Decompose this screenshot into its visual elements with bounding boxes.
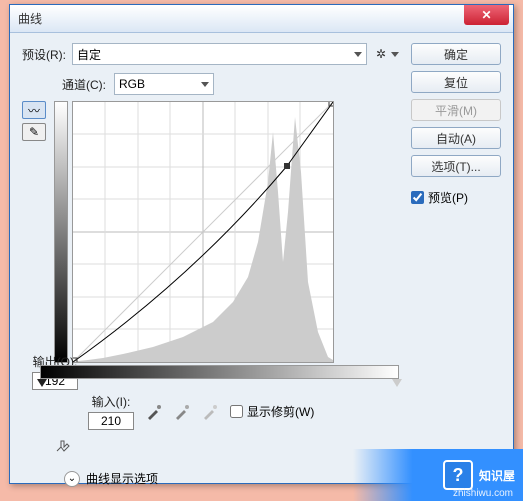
black-point-slider[interactable] (37, 379, 47, 387)
preset-value: 自定 (77, 46, 101, 63)
chevron-down-icon (391, 52, 399, 57)
output-gradient (54, 101, 68, 363)
ok-button[interactable]: 确定 (411, 43, 501, 65)
input-label: 输入(I): (92, 393, 131, 410)
watermark: ? 知识屋 zhishiwu.com (353, 449, 523, 501)
reset-button[interactable]: 复位 (411, 71, 501, 93)
show-clip-label: 显示修剪(W) (247, 403, 314, 420)
preset-menu-button[interactable]: ✲ (373, 46, 399, 62)
input-field[interactable] (88, 412, 134, 430)
auto-button[interactable]: 自动(A) (411, 127, 501, 149)
chevron-down-icon (201, 82, 209, 87)
curves-dialog: 曲线 ✕ 预设(R): 自定 ✲ 通道(C): RGB (9, 4, 514, 484)
expand-label: 曲线显示选项 (86, 470, 158, 487)
black-eyedropper[interactable] (144, 402, 164, 422)
curve-plot[interactable] (72, 101, 334, 363)
dialog-title: 曲线 (18, 10, 464, 27)
eyedroppers (144, 402, 220, 422)
curve-tools: 〰 ✎ (22, 101, 46, 363)
close-icon: ✕ (481, 8, 491, 22)
gray-eyedropper[interactable] (172, 402, 192, 422)
watermark-icon: ? (443, 460, 473, 490)
watermark-text: 知识屋 (479, 467, 515, 484)
titlebar[interactable]: 曲线 ✕ (10, 5, 513, 33)
chevron-down-icon (354, 52, 362, 57)
curve-point[interactable] (284, 163, 290, 169)
targeted-adjust-tool[interactable] (52, 436, 76, 456)
preview-input[interactable] (411, 191, 424, 204)
gear-icon: ✲ (373, 46, 389, 62)
channel-select[interactable]: RGB (114, 73, 214, 95)
options-button[interactable]: 选项(T)... (411, 155, 501, 177)
input-box: 输入(I): (88, 393, 134, 430)
white-point-slider[interactable] (392, 379, 402, 387)
display-options-toggle[interactable]: ⌄ 曲线显示选项 (64, 470, 399, 487)
preset-select[interactable]: 自定 (72, 43, 367, 65)
smooth-button: 平滑(M) (411, 99, 501, 121)
channel-label: 通道(C): (62, 76, 106, 93)
close-button[interactable]: ✕ (464, 5, 509, 25)
pencil-tool[interactable]: ✎ (22, 123, 46, 141)
show-clip-input[interactable] (230, 405, 243, 418)
preset-label: 预设(R): (22, 46, 66, 63)
preview-checkbox[interactable]: 预览(P) (411, 189, 501, 206)
point-tool[interactable]: 〰 (22, 101, 46, 119)
input-gradient[interactable] (40, 365, 399, 379)
white-eyedropper[interactable] (200, 402, 220, 422)
expand-icon: ⌄ (64, 471, 80, 487)
preview-label: 预览(P) (428, 189, 468, 206)
watermark-sub: zhishiwu.com (453, 488, 513, 499)
show-clip-checkbox[interactable]: 显示修剪(W) (230, 403, 314, 420)
channel-value: RGB (119, 77, 145, 91)
